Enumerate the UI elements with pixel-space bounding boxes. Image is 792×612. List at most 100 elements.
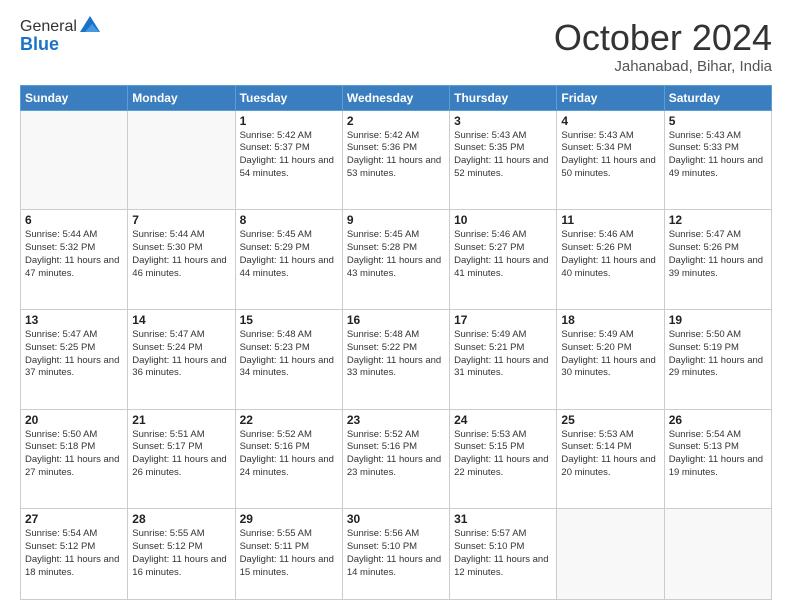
- day-number: 5: [669, 114, 767, 128]
- cell-content: Sunrise: 5:55 AMSunset: 5:12 PMDaylight:…: [132, 528, 230, 579]
- cell-content: Sunrise: 5:44 AMSunset: 5:30 PMDaylight:…: [132, 229, 230, 280]
- day-header-tuesday: Tuesday: [235, 85, 342, 110]
- cell-content: Sunrise: 5:50 AMSunset: 5:18 PMDaylight:…: [25, 429, 123, 480]
- calendar-cell: 18 Sunrise: 5:49 AMSunset: 5:20 PMDayligh…: [557, 309, 664, 409]
- day-number: 27: [25, 512, 123, 526]
- day-header-friday: Friday: [557, 85, 664, 110]
- day-number: 12: [669, 213, 767, 227]
- cell-content: Sunrise: 5:50 AMSunset: 5:19 PMDaylight:…: [669, 329, 767, 380]
- cell-content: Sunrise: 5:47 AMSunset: 5:24 PMDaylight:…: [132, 329, 230, 380]
- day-number: 24: [454, 413, 552, 427]
- cell-content: Sunrise: 5:57 AMSunset: 5:10 PMDaylight:…: [454, 528, 552, 579]
- calendar-cell: 22 Sunrise: 5:52 AMSunset: 5:16 PMDayligh…: [235, 409, 342, 509]
- calendar-cell: 30 Sunrise: 5:56 AMSunset: 5:10 PMDayligh…: [342, 509, 449, 600]
- day-number: 28: [132, 512, 230, 526]
- calendar-cell: 19Sunrise: 5:50 AMSunset: 5:19 PMDayligh…: [664, 309, 771, 409]
- day-header-wednesday: Wednesday: [342, 85, 449, 110]
- calendar-cell: 8 Sunrise: 5:45 AMSunset: 5:29 PMDaylight…: [235, 210, 342, 310]
- day-number: 30: [347, 512, 445, 526]
- day-number: 31: [454, 512, 552, 526]
- day-number: 21: [132, 413, 230, 427]
- cell-content: Sunrise: 5:54 AMSunset: 5:12 PMDaylight:…: [25, 528, 123, 579]
- calendar-cell: [21, 110, 128, 210]
- calendar-header-row: SundayMondayTuesdayWednesdayThursdayFrid…: [21, 85, 772, 110]
- cell-content: Sunrise: 5:48 AMSunset: 5:22 PMDaylight:…: [347, 329, 445, 380]
- week-row-5: 27 Sunrise: 5:54 AMSunset: 5:12 PMDayligh…: [21, 509, 772, 600]
- logo-blue-text: Blue: [20, 34, 101, 55]
- day-header-thursday: Thursday: [450, 85, 557, 110]
- logo-icon: [79, 14, 101, 36]
- week-row-2: 6Sunrise: 5:44 AMSunset: 5:32 PMDaylight…: [21, 210, 772, 310]
- cell-content: Sunrise: 5:46 AMSunset: 5:26 PMDaylight:…: [561, 229, 659, 280]
- day-number: 20: [25, 413, 123, 427]
- cell-content: Sunrise: 5:46 AMSunset: 5:27 PMDaylight:…: [454, 229, 552, 280]
- week-row-4: 20 Sunrise: 5:50 AMSunset: 5:18 PMDayligh…: [21, 409, 772, 509]
- day-header-saturday: Saturday: [664, 85, 771, 110]
- cell-content: Sunrise: 5:43 AMSunset: 5:33 PMDaylight:…: [669, 130, 767, 181]
- calendar-table: SundayMondayTuesdayWednesdayThursdayFrid…: [20, 85, 772, 600]
- day-number: 3: [454, 114, 552, 128]
- month-title: October 2024: [554, 18, 772, 58]
- calendar-cell: 21Sunrise: 5:51 AMSunset: 5:17 PMDayligh…: [128, 409, 235, 509]
- calendar-cell: [664, 509, 771, 600]
- calendar-cell: 4 Sunrise: 5:43 AMSunset: 5:34 PMDaylight…: [557, 110, 664, 210]
- calendar-cell: 29Sunrise: 5:55 AMSunset: 5:11 PMDayligh…: [235, 509, 342, 600]
- day-number: 13: [25, 313, 123, 327]
- cell-content: Sunrise: 5:53 AMSunset: 5:14 PMDaylight:…: [561, 429, 659, 480]
- logo: General Blue: [20, 18, 101, 55]
- calendar-cell: 23 Sunrise: 5:52 AMSunset: 5:16 PMDayligh…: [342, 409, 449, 509]
- calendar-cell: 1Sunrise: 5:42 AMSunset: 5:37 PMDaylight…: [235, 110, 342, 210]
- cell-content: Sunrise: 5:45 AMSunset: 5:29 PMDaylight:…: [240, 229, 338, 280]
- cell-content: Sunrise: 5:56 AMSunset: 5:10 PMDaylight:…: [347, 528, 445, 579]
- day-number: 1: [240, 114, 338, 128]
- day-number: 9: [347, 213, 445, 227]
- calendar-cell: 13 Sunrise: 5:47 AMSunset: 5:25 PMDayligh…: [21, 309, 128, 409]
- day-number: 26: [669, 413, 767, 427]
- day-number: 8: [240, 213, 338, 227]
- day-number: 15: [240, 313, 338, 327]
- day-header-monday: Monday: [128, 85, 235, 110]
- cell-content: Sunrise: 5:54 AMSunset: 5:13 PMDaylight:…: [669, 429, 767, 480]
- calendar-cell: 16 Sunrise: 5:48 AMSunset: 5:22 PMDayligh…: [342, 309, 449, 409]
- day-number: 2: [347, 114, 445, 128]
- calendar-cell: 11Sunrise: 5:46 AMSunset: 5:26 PMDayligh…: [557, 210, 664, 310]
- day-number: 29: [240, 512, 338, 526]
- day-number: 16: [347, 313, 445, 327]
- calendar-cell: 26 Sunrise: 5:54 AMSunset: 5:13 PMDayligh…: [664, 409, 771, 509]
- calendar-cell: 20 Sunrise: 5:50 AMSunset: 5:18 PMDayligh…: [21, 409, 128, 509]
- cell-content: Sunrise: 5:43 AMSunset: 5:34 PMDaylight:…: [561, 130, 659, 181]
- calendar-cell: 12Sunrise: 5:47 AMSunset: 5:26 PMDayligh…: [664, 210, 771, 310]
- cell-content: Sunrise: 5:52 AMSunset: 5:16 PMDaylight:…: [347, 429, 445, 480]
- calendar-cell: 28 Sunrise: 5:55 AMSunset: 5:12 PMDayligh…: [128, 509, 235, 600]
- cell-content: Sunrise: 5:49 AMSunset: 5:20 PMDaylight:…: [561, 329, 659, 380]
- cell-content: Sunrise: 5:47 AMSunset: 5:25 PMDaylight:…: [25, 329, 123, 380]
- calendar-cell: 7Sunrise: 5:44 AMSunset: 5:30 PMDaylight…: [128, 210, 235, 310]
- calendar-cell: 5 Sunrise: 5:43 AMSunset: 5:33 PMDaylight…: [664, 110, 771, 210]
- day-number: 17: [454, 313, 552, 327]
- day-number: 18: [561, 313, 659, 327]
- day-number: 22: [240, 413, 338, 427]
- cell-content: Sunrise: 5:48 AMSunset: 5:23 PMDaylight:…: [240, 329, 338, 380]
- calendar-cell: [557, 509, 664, 600]
- cell-content: Sunrise: 5:52 AMSunset: 5:16 PMDaylight:…: [240, 429, 338, 480]
- calendar-cell: 31 Sunrise: 5:57 AMSunset: 5:10 PMDayligh…: [450, 509, 557, 600]
- day-number: 4: [561, 114, 659, 128]
- calendar-cell: [128, 110, 235, 210]
- day-number: 25: [561, 413, 659, 427]
- day-header-sunday: Sunday: [21, 85, 128, 110]
- day-number: 23: [347, 413, 445, 427]
- location: Jahanabad, Bihar, India: [554, 58, 772, 75]
- calendar-cell: 15 Sunrise: 5:48 AMSunset: 5:23 PMDayligh…: [235, 309, 342, 409]
- calendar-cell: 2Sunrise: 5:42 AMSunset: 5:36 PMDaylight…: [342, 110, 449, 210]
- calendar-cell: 9 Sunrise: 5:45 AMSunset: 5:28 PMDaylight…: [342, 210, 449, 310]
- title-block: October 2024 Jahanabad, Bihar, India: [554, 18, 772, 75]
- calendar-cell: 10 Sunrise: 5:46 AMSunset: 5:27 PMDayligh…: [450, 210, 557, 310]
- calendar-cell: 27 Sunrise: 5:54 AMSunset: 5:12 PMDayligh…: [21, 509, 128, 600]
- cell-content: Sunrise: 5:49 AMSunset: 5:21 PMDaylight:…: [454, 329, 552, 380]
- cell-content: Sunrise: 5:44 AMSunset: 5:32 PMDaylight:…: [25, 229, 123, 280]
- cell-content: Sunrise: 5:45 AMSunset: 5:28 PMDaylight:…: [347, 229, 445, 280]
- header: General Blue October 2024 Jahanabad, Bih…: [20, 18, 772, 75]
- calendar-cell: 14Sunrise: 5:47 AMSunset: 5:24 PMDayligh…: [128, 309, 235, 409]
- day-number: 10: [454, 213, 552, 227]
- calendar-cell: 17 Sunrise: 5:49 AMSunset: 5:21 PMDayligh…: [450, 309, 557, 409]
